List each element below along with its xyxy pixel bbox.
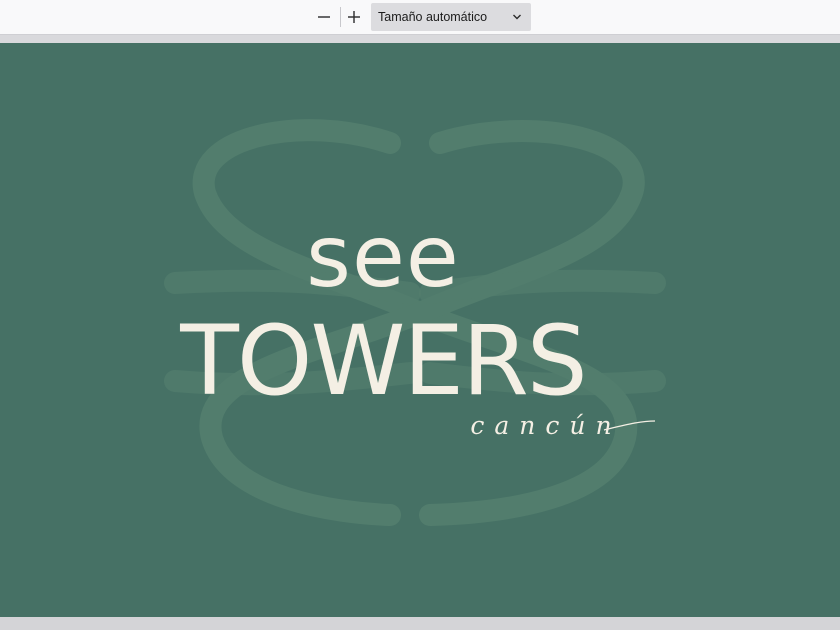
document-page: see TOWERS cancún (0, 43, 840, 617)
page-gap (0, 35, 840, 43)
bottom-scroll-area[interactable] (0, 617, 840, 630)
zoom-in-button[interactable] (342, 5, 366, 29)
logo-towers-text: TOWERS (179, 305, 585, 417)
plus-icon (348, 11, 360, 23)
logo-see-text: see (306, 207, 460, 307)
logo-cancun-text: cancún (470, 411, 621, 440)
pdf-toolbar: Tamaño automático (0, 0, 840, 35)
toolbar-separator (340, 7, 341, 27)
chevron-down-icon (513, 14, 521, 20)
see-towers-logo: see TOWERS cancún (164, 119, 666, 526)
zoom-select[interactable]: Tamaño automático (371, 3, 531, 31)
minus-icon (318, 16, 330, 18)
zoom-out-button[interactable] (312, 5, 336, 29)
zoom-select-value: Tamaño automático (378, 10, 488, 24)
